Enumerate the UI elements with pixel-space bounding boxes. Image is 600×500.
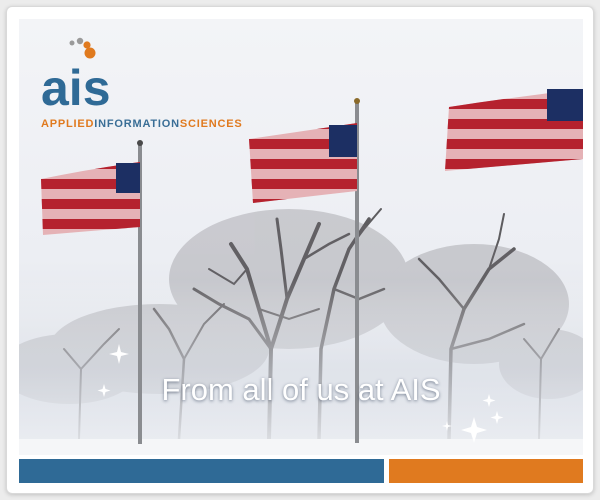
greeting-text: From all of us at AIS (161, 372, 441, 407)
footer-bar-blue (19, 459, 384, 483)
banner-photo: ais APPLIEDINFORMATIONSCIENCES From all … (19, 19, 583, 455)
company-name-sciences: SCIENCES (179, 118, 243, 130)
footer-bar-orange (389, 459, 583, 483)
fog (19, 279, 583, 455)
flag-left (41, 162, 140, 235)
snow-ground (19, 439, 583, 455)
greeting-card: ais APPLIEDINFORMATIONSCIENCES From all … (6, 6, 594, 494)
logo-dots-icon (69, 37, 96, 59)
logo-mark: ais (41, 37, 111, 111)
company-name-information: INFORMATION (94, 118, 180, 130)
flag-right (445, 89, 583, 171)
ais-logo: ais APPLIEDINFORMATIONSCIENCES (41, 37, 271, 137)
company-name: APPLIEDINFORMATIONSCIENCES (41, 118, 243, 130)
logo-word: ais (41, 60, 111, 111)
company-name-applied: APPLIED (41, 118, 95, 130)
